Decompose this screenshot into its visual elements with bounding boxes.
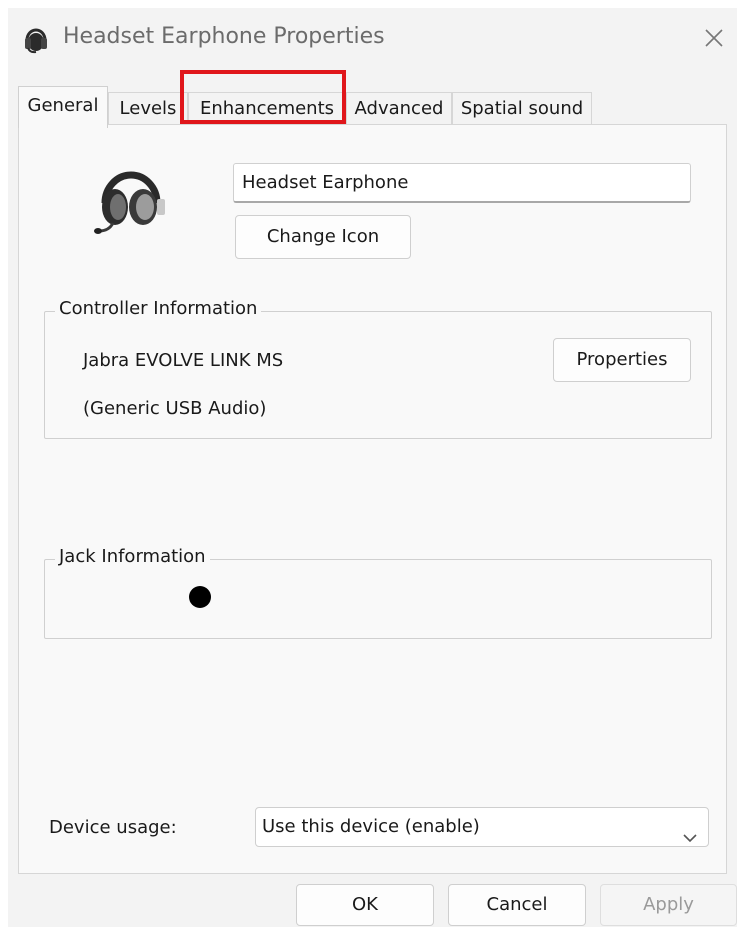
device-name-input[interactable]	[233, 163, 691, 203]
ok-button[interactable]: OK	[296, 884, 434, 926]
controller-information-group: Controller Information Jabra EVOLVE LINK…	[44, 298, 712, 439]
controller-name: Jabra EVOLVE LINK MS	[83, 350, 284, 371]
device-usage-label: Device usage:	[49, 817, 177, 838]
tab-advanced[interactable]: Advanced	[346, 92, 452, 124]
tab-levels[interactable]: Levels	[108, 92, 188, 124]
controller-properties-button[interactable]: Properties	[553, 338, 691, 382]
controller-driver: (Generic USB Audio)	[83, 398, 267, 419]
cancel-button[interactable]: Cancel	[448, 884, 586, 926]
window-title: Headset Earphone Properties	[63, 24, 385, 49]
jack-color-dot	[189, 586, 211, 608]
close-button[interactable]	[698, 22, 730, 54]
jack-information-label: Jack Information	[55, 546, 210, 567]
device-usage-select[interactable]: Use this device (enable)	[255, 807, 709, 847]
headset-device-icon	[91, 161, 171, 241]
jack-information-group: Jack Information	[44, 546, 712, 639]
chevron-down-icon	[682, 820, 698, 843]
close-icon	[705, 29, 723, 47]
apply-button[interactable]: Apply	[600, 884, 737, 926]
tab-enhancements[interactable]: Enhancements	[188, 92, 346, 124]
general-panel: Change Icon Controller Information Jabra…	[18, 124, 727, 874]
controller-information-label: Controller Information	[55, 298, 262, 319]
headset-icon	[22, 24, 50, 54]
tab-general[interactable]: General	[18, 86, 108, 128]
device-usage-value: Use this device (enable)	[262, 816, 480, 837]
tab-spatial-sound[interactable]: Spatial sound	[452, 92, 592, 124]
title-bar: Headset Earphone Properties	[8, 8, 737, 70]
properties-window: Headset Earphone Properties General Leve…	[8, 8, 737, 927]
change-icon-button[interactable]: Change Icon	[235, 215, 411, 259]
